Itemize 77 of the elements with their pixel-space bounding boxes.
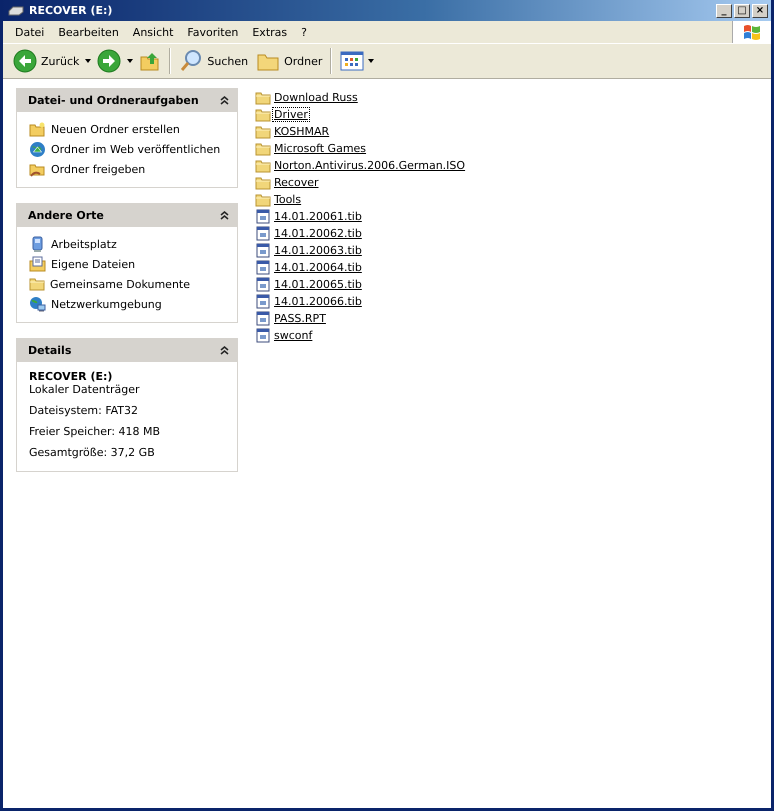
folders-button[interactable]: Ordner — [253, 48, 326, 74]
file-link[interactable]: swconf — [272, 328, 314, 343]
globe-icon — [29, 140, 46, 158]
file-icon — [255, 260, 271, 275]
menu-item[interactable]: Extras — [245, 24, 294, 40]
detail-text: Lokaler Datenträger — [29, 383, 141, 398]
folder-link[interactable]: Norton.Antivirus.2006.German.ISO — [272, 158, 468, 173]
back-dropdown-button[interactable] — [84, 57, 92, 65]
folder-link[interactable]: Recover — [272, 175, 320, 190]
menu-item[interactable]: Bearbeiten — [51, 24, 126, 40]
panel-header[interactable]: Details — [16, 338, 238, 362]
caret-icon — [368, 59, 374, 63]
file-icon — [255, 226, 271, 241]
close-button[interactable]: × — [752, 4, 768, 18]
window-title: RECOVER (E:) — [29, 4, 114, 17]
collapse-icon — [220, 210, 229, 220]
network-icon — [29, 296, 46, 312]
menu-item[interactable]: Ansicht — [126, 24, 180, 40]
folder-icon — [255, 142, 271, 156]
file-link[interactable]: 14.01.20062.tib — [272, 226, 364, 241]
task-link[interactable]: Arbeitsplatz — [29, 236, 225, 252]
folder-link[interactable]: KOSHMAR — [272, 124, 332, 139]
detail-text: Freier Speicher: 418 MB — [29, 425, 162, 440]
panel-header[interactable]: Andere Orte — [16, 203, 238, 227]
folder-icon — [255, 90, 271, 104]
folder-link[interactable]: Download Russ — [272, 90, 360, 105]
caret-icon — [127, 59, 134, 63]
search-button[interactable]: Suchen — [176, 47, 252, 75]
task-link[interactable]: Ordner im Web veröffentlichen — [29, 141, 225, 157]
folder-icon — [255, 192, 271, 206]
folder-link[interactable]: Tools — [272, 192, 304, 207]
views-icon — [340, 51, 364, 71]
documents-icon — [29, 256, 46, 272]
task-link[interactable]: Eigene Dateien — [29, 256, 225, 272]
detail-text: Dateisystem: FAT32 — [29, 404, 140, 419]
maximize-button[interactable]: □ — [734, 4, 750, 18]
back-button[interactable]: Zurück — [10, 47, 82, 75]
caret-icon — [85, 59, 92, 63]
folder-icon — [255, 124, 271, 138]
folder-icon — [29, 277, 45, 291]
file-link[interactable]: 14.01.20063.tib — [272, 243, 364, 258]
folder-icon — [255, 108, 271, 122]
file-link[interactable]: PASS.RPT — [272, 311, 328, 326]
minimize-button[interactable]: _ — [716, 4, 732, 18]
search-icon — [179, 49, 204, 73]
file-link[interactable]: 14.01.20066.tib — [272, 294, 364, 309]
flag-icon — [742, 23, 762, 41]
folder-link[interactable]: Microsoft Games — [272, 141, 368, 156]
file-icon — [255, 277, 271, 292]
file-icon — [255, 294, 271, 309]
file-icon — [255, 328, 271, 343]
folder-link[interactable]: Driver — [272, 107, 310, 122]
task-link[interactable]: Ordner freigeben — [29, 161, 225, 177]
menu-item[interactable]: Favoriten — [180, 24, 246, 40]
file-icon — [255, 209, 271, 224]
task-link[interactable]: Netzwerkumgebung — [29, 296, 225, 312]
menu-item[interactable]: Datei — [8, 24, 52, 40]
collapse-icon — [220, 96, 229, 104]
menu-item[interactable]: ? — [294, 24, 314, 40]
file-link[interactable]: 14.01.20061.tib — [272, 209, 364, 224]
task-link[interactable]: Neuen Ordner erstellen — [29, 121, 225, 137]
file-icon — [255, 311, 271, 326]
shared-folder-icon — [29, 162, 46, 176]
folder-icon — [255, 158, 271, 172]
detail-text: Gesamtgröße: 37,2 GB — [29, 446, 156, 461]
drive-icon — [8, 6, 24, 16]
folder-up-icon — [139, 50, 162, 72]
file-link[interactable]: 14.01.20065.tib — [272, 277, 364, 292]
panel-header[interactable]: Datei- und Ordneraufgaben — [16, 88, 238, 112]
folder-icon — [29, 122, 46, 136]
task-link[interactable]: Gemeinsame Dokumente — [29, 276, 225, 292]
file-link[interactable]: 14.01.20064.tib — [272, 260, 364, 275]
collapse-icon — [220, 346, 229, 354]
forward-dropdown-button[interactable] — [126, 57, 134, 65]
drive-name: RECOVER (E:) — [29, 370, 114, 383]
folder-icon — [255, 176, 271, 190]
file-icon — [255, 243, 271, 258]
